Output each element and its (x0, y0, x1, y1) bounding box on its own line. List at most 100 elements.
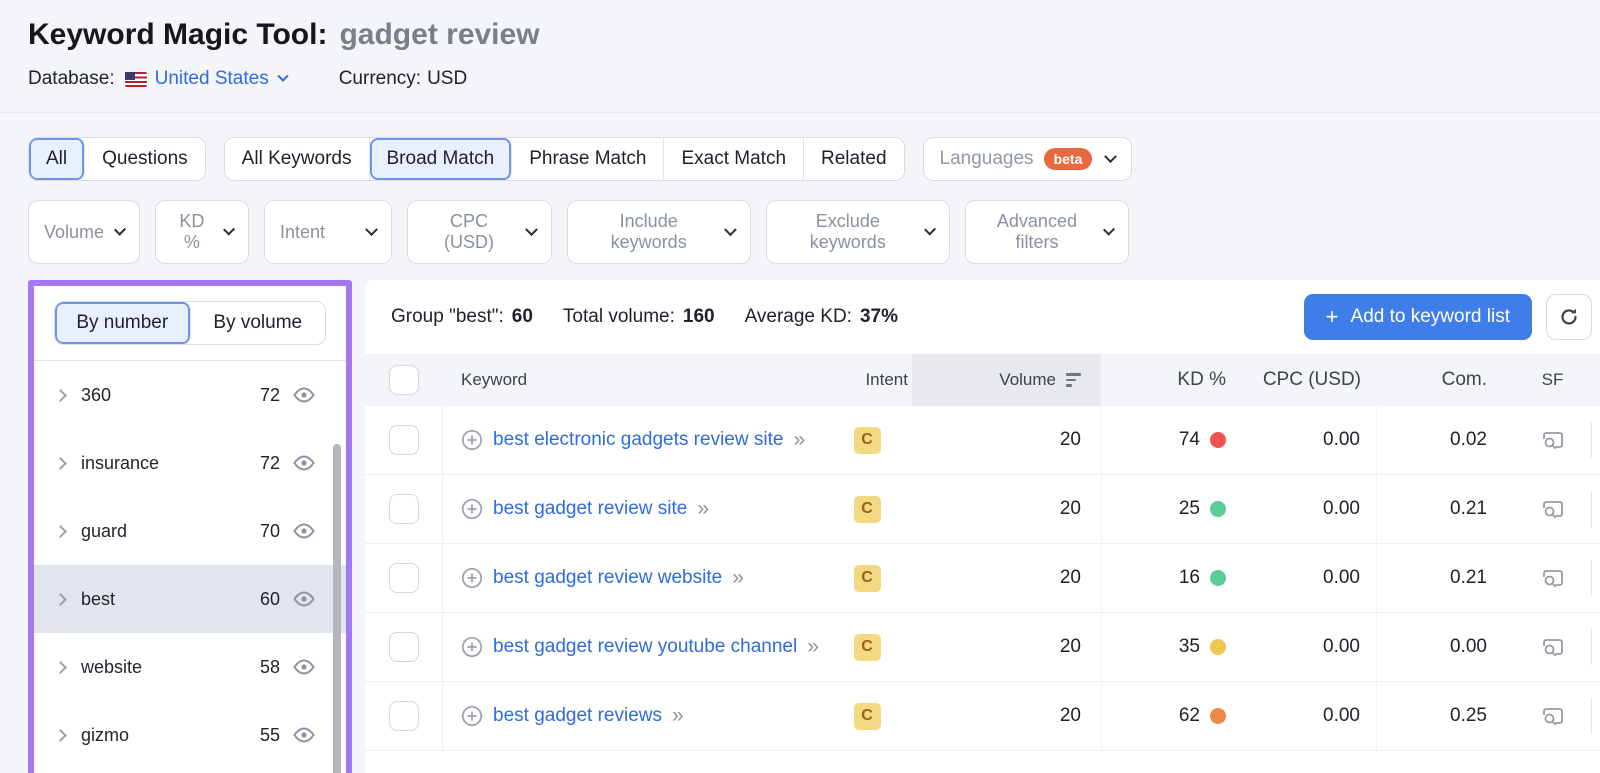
top-bar: Keyword Magic Tool: gadget review Databa… (0, 0, 1600, 113)
keyword-group-item[interactable]: 360 72 (34, 361, 346, 429)
chevron-down-icon[interactable] (277, 71, 288, 82)
filter-dropdown[interactable]: Intent (264, 200, 392, 264)
tab-question-filter[interactable]: All (29, 138, 85, 180)
group-count: 58 (260, 657, 280, 678)
filter-dropdown[interactable]: Advanced filters (965, 200, 1129, 264)
filter-dropdown[interactable]: Volume (28, 200, 140, 264)
volume-value: 20 (1060, 705, 1081, 727)
tab-match-type[interactable]: Related (804, 138, 904, 180)
row-checkbox[interactable] (389, 425, 419, 455)
us-flag-icon (125, 72, 147, 87)
chevron-right-icon[interactable] (54, 729, 67, 742)
chevron-right-icon[interactable] (54, 661, 67, 674)
col-header-com[interactable]: Com. (1442, 369, 1487, 391)
kd-value: 74 (1179, 429, 1200, 451)
intent-badge-commercial: C (854, 634, 881, 661)
expand-keyword-icon[interactable]: » (672, 704, 683, 728)
keyword-group-item[interactable]: best 60 (34, 565, 346, 633)
database-label: Database: (28, 68, 115, 90)
refresh-button[interactable] (1546, 294, 1592, 340)
row-checkbox[interactable] (389, 563, 419, 593)
tab-match-type[interactable]: Broad Match (370, 138, 513, 180)
kd-difficulty-dot (1210, 708, 1226, 724)
serp-preview-icon[interactable] (1541, 637, 1565, 657)
expand-keyword-icon[interactable]: » (697, 497, 708, 521)
eye-icon[interactable] (292, 591, 316, 607)
col-header-sf[interactable]: SF (1542, 370, 1564, 390)
keyword-group-item[interactable]: guard 70 (34, 497, 346, 565)
expand-keyword-icon[interactable]: » (793, 428, 804, 452)
keyword-group-item[interactable]: insurance 72 (34, 429, 346, 497)
add-keyword-icon[interactable] (461, 567, 483, 589)
tab-match-type[interactable]: Phrase Match (512, 138, 664, 180)
volume-value: 20 (1060, 498, 1081, 520)
chevron-right-icon[interactable] (54, 593, 67, 606)
languages-dropdown[interactable]: Languages beta (923, 137, 1133, 181)
table-row: best gadget review youtube channel » C 2… (365, 613, 1600, 682)
kd-difficulty-dot (1210, 501, 1226, 517)
add-keyword-icon[interactable] (461, 429, 483, 451)
sidebar-scrollbar[interactable] (333, 444, 341, 773)
filter-dropdown[interactable]: Include keywords (567, 200, 751, 264)
add-keyword-icon[interactable] (461, 705, 483, 727)
chevron-right-icon[interactable] (54, 389, 67, 402)
add-keyword-icon[interactable] (461, 636, 483, 658)
tab-group-sort[interactable]: By number (55, 302, 191, 344)
eye-icon[interactable] (292, 659, 316, 675)
tab-match-type[interactable]: All Keywords (225, 138, 370, 180)
serp-preview-icon[interactable] (1541, 430, 1565, 450)
tab-question-filter[interactable]: Questions (85, 138, 205, 180)
chevron-down-icon (223, 223, 235, 235)
col-header-kd[interactable]: KD % (1177, 369, 1226, 391)
filter-dropdown[interactable]: KD % (155, 200, 249, 264)
keyword-link[interactable]: best gadget review youtube channel (493, 636, 797, 658)
filter-dropdown[interactable]: Exclude keywords (766, 200, 950, 264)
expand-keyword-icon[interactable]: » (732, 566, 743, 590)
row-checkbox[interactable] (389, 494, 419, 524)
expand-keyword-icon[interactable]: » (807, 635, 818, 659)
table-row: best gadget review site » C 20 25 0.00 0… (365, 475, 1600, 544)
add-to-keyword-list-button[interactable]: + Add to keyword list (1304, 294, 1532, 340)
database-select[interactable]: United States (155, 68, 269, 90)
table-row: best electronic gadgets review site » C … (365, 406, 1600, 475)
table-row: best gadget reviews » C 20 62 0.00 0.25 (365, 682, 1600, 751)
com-value: 0.25 (1450, 705, 1487, 727)
com-value: 0.02 (1450, 429, 1487, 451)
col-header-intent[interactable]: Intent (865, 370, 908, 390)
tab-match-type[interactable]: Exact Match (664, 138, 804, 180)
content-area: By number By volume 360 72 (0, 280, 1600, 773)
keyword-link[interactable]: best electronic gadgets review site (493, 429, 783, 451)
serp-preview-icon[interactable] (1541, 568, 1565, 588)
serp-preview-icon[interactable] (1541, 499, 1565, 519)
row-checkbox[interactable] (389, 632, 419, 662)
eye-icon[interactable] (292, 523, 316, 539)
row-checkbox[interactable] (389, 701, 419, 731)
sort-descending-icon[interactable] (1066, 373, 1081, 387)
eye-icon[interactable] (292, 387, 316, 403)
eye-icon[interactable] (292, 455, 316, 471)
col-header-keyword[interactable]: Keyword (461, 370, 527, 390)
chevron-right-icon[interactable] (54, 457, 67, 470)
chevron-down-icon (114, 223, 126, 235)
keyword-group-item[interactable]: website 58 (34, 633, 346, 701)
keyword-link[interactable]: best gadget review site (493, 498, 687, 520)
keyword-link[interactable]: best gadget reviews (493, 705, 662, 727)
group-count: 72 (260, 385, 280, 406)
group-count: 55 (260, 725, 280, 746)
match-type-tabs-row: All Questions All Keywords Broad Match P… (0, 137, 1600, 181)
serp-preview-icon[interactable] (1541, 706, 1565, 726)
keyword-group-item[interactable]: gizmo 55 (34, 701, 346, 769)
tab-group-sort[interactable]: By volume (191, 302, 326, 344)
filter-dropdown[interactable]: CPC (USD) (407, 200, 552, 264)
select-all-checkbox[interactable] (389, 365, 419, 395)
com-value: 0.21 (1450, 498, 1487, 520)
keyword-link[interactable]: best gadget review website (493, 567, 722, 589)
col-header-cpc[interactable]: CPC (USD) (1263, 369, 1361, 391)
intent-badge-commercial: C (854, 703, 881, 730)
add-keyword-icon[interactable] (461, 498, 483, 520)
chevron-right-icon[interactable] (54, 525, 67, 538)
group-sort-tabs: By number By volume (54, 301, 326, 345)
col-header-volume[interactable]: Volume (999, 370, 1056, 390)
com-value: 0.00 (1450, 636, 1487, 658)
eye-icon[interactable] (292, 727, 316, 743)
